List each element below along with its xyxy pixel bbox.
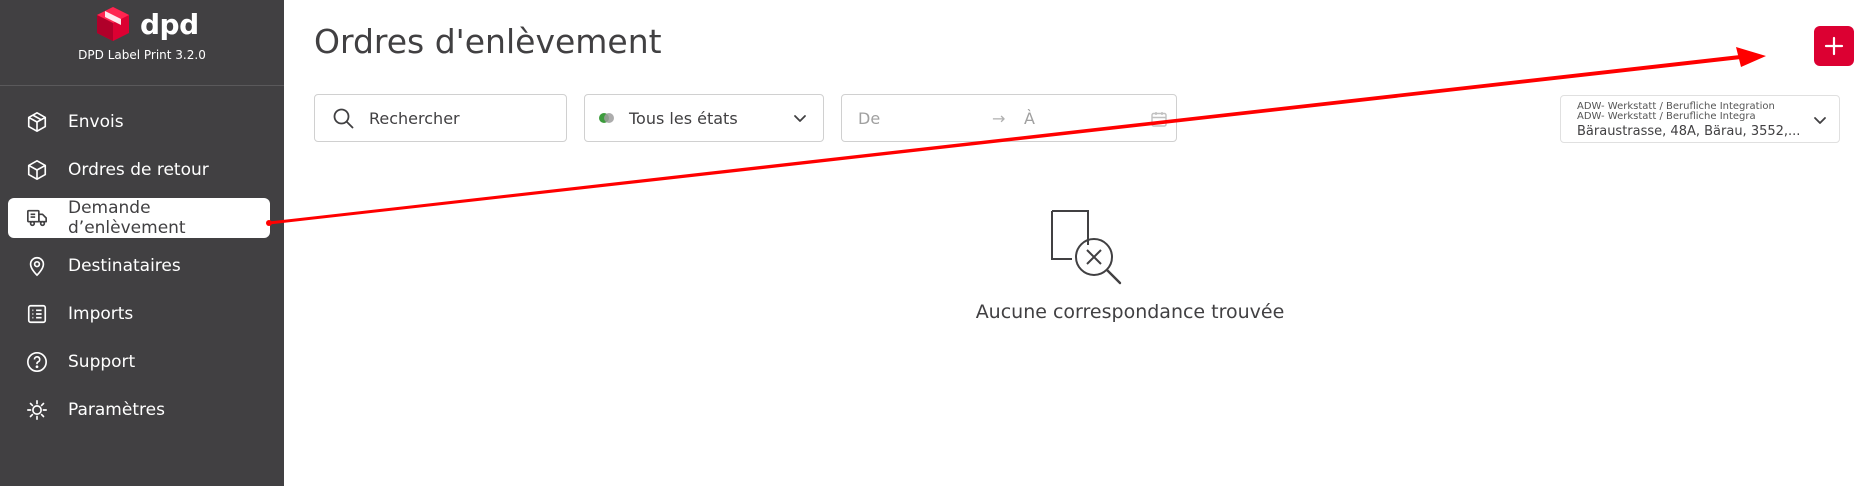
location-pin-icon <box>26 255 48 277</box>
sidebar-item-destinataires[interactable]: Destinataires <box>8 246 270 286</box>
sidebar-item-ordres-de-retour[interactable]: Ordres de retour <box>8 150 270 190</box>
sidebar-item-label: Envois <box>68 112 124 132</box>
brand-header: dpd DPD Label Print 3.2.0 <box>0 0 284 86</box>
sidebar-item-label: Ordres de retour <box>68 160 209 180</box>
chevron-down-icon <box>1814 117 1826 124</box>
status-dots-icon <box>599 113 615 123</box>
plus-icon <box>1824 36 1844 56</box>
address-company-line-2: ADW- Werkstatt / Berufliche Integra <box>1577 111 1756 122</box>
sidebar-item-parametres[interactable]: Paramètres <box>8 390 270 430</box>
sidebar-nav: Envois Ordres de retour Demande d’enlève… <box>8 102 270 438</box>
status-filter-label: Tous les états <box>629 108 738 128</box>
sidebar-item-demande-enlevement[interactable]: Demande d’enlèvement <box>8 198 270 238</box>
box-return-icon <box>26 159 48 181</box>
gear-icon <box>26 399 48 421</box>
pickup-address-select[interactable]: ADW- Werkstatt / Berufliche Integration … <box>1560 95 1840 143</box>
search-icon <box>333 108 354 129</box>
sidebar-item-label: Destinataires <box>68 256 181 276</box>
sidebar-item-label: Support <box>68 352 136 372</box>
help-icon <box>26 351 48 373</box>
sidebar-item-imports[interactable]: Imports <box>8 294 270 334</box>
app-version: DPD Label Print 3.2.0 <box>78 48 206 62</box>
calendar-icon <box>1151 112 1167 127</box>
empty-state-message: Aucune correspondance trouvée <box>975 301 1285 323</box>
dpd-cube-logo-icon <box>97 7 129 41</box>
chevron-down-icon <box>794 115 806 122</box>
sidebar-item-envois[interactable]: Envois <box>8 102 270 142</box>
add-pickup-order-button[interactable] <box>1814 26 1854 66</box>
sidebar-item-support[interactable]: Support <box>8 342 270 382</box>
page-title: Ordres d'enlèvement <box>314 22 662 61</box>
no-results-icon <box>1051 210 1122 285</box>
date-range-picker[interactable]: De → À <box>841 94 1177 142</box>
brand-name: dpd <box>140 7 199 41</box>
sidebar: dpd DPD Label Print 3.2.0 Envois Ordres … <box>0 0 284 486</box>
status-filter-select[interactable]: Tous les états <box>584 94 824 142</box>
box-icon <box>26 111 48 133</box>
search-input[interactable] <box>369 108 539 128</box>
list-icon <box>26 303 48 325</box>
date-range-arrow: → <box>992 109 1006 128</box>
truck-icon <box>26 207 48 229</box>
sidebar-item-label: Imports <box>68 304 134 324</box>
search-box[interactable] <box>314 94 567 142</box>
address-street-line: Bäraustrasse, 48A, Bärau, 3552,... <box>1577 124 1801 139</box>
date-to-field[interactable]: À <box>1024 109 1035 128</box>
empty-state: Aucune correspondance trouvée <box>830 205 1430 325</box>
sidebar-item-label: Demande d’enlèvement <box>68 198 186 238</box>
dpd-logo[interactable]: dpd <box>96 4 199 44</box>
sidebar-item-label: Paramètres <box>68 400 165 420</box>
date-from-field[interactable]: De <box>858 109 880 128</box>
